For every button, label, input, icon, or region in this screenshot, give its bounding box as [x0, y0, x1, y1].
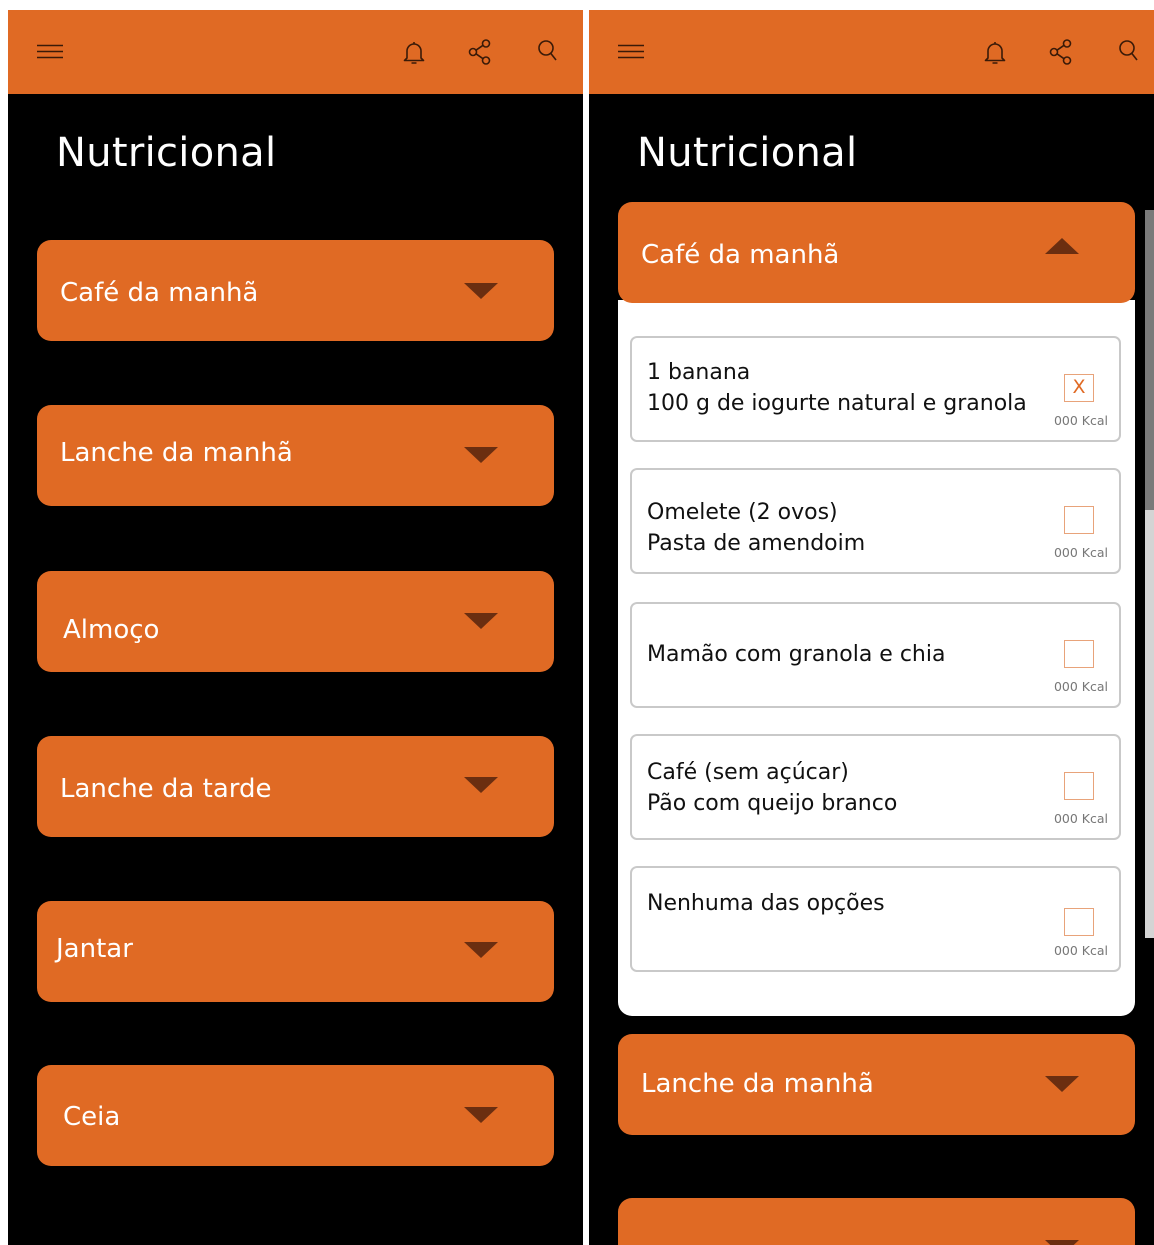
- meal-option-3[interactable]: Mamão com granola e chia 000 Kcal: [630, 602, 1121, 708]
- chevron-down-icon: [464, 1107, 498, 1123]
- meal-option-2[interactable]: Omelete (2 ovos) Pasta de amendoim 000 K…: [630, 468, 1121, 574]
- option-checkbox[interactable]: X: [1064, 374, 1094, 402]
- accordion-label: Ceia: [63, 1102, 121, 1132]
- accordion-breakfast[interactable]: Café da manhã: [37, 240, 554, 341]
- option-line-2: Pasta de amendoim: [647, 531, 866, 556]
- accordion-panel-breakfast: 1 banana 100 g de iogurte natural e gran…: [618, 300, 1135, 1016]
- accordion-label: Lanche da manhã: [60, 438, 293, 468]
- phone-screen-expanded: Nutricional 1 banana 100 g de iogurte na…: [589, 10, 1154, 1245]
- option-line-1: Mamão com granola e chia: [647, 642, 946, 667]
- chevron-down-icon: [1045, 1240, 1079, 1245]
- option-line-1: 1 banana: [647, 360, 751, 385]
- accordion-label: Lanche da manhã: [641, 1069, 874, 1099]
- menu-icon[interactable]: [615, 36, 647, 68]
- accordion-lunch[interactable]: Almoço: [37, 571, 554, 672]
- option-checkbox[interactable]: [1064, 772, 1094, 800]
- chevron-down-icon: [464, 777, 498, 793]
- share-icon[interactable]: [1045, 36, 1077, 68]
- chevron-down-icon: [464, 942, 498, 958]
- chevron-down-icon: [464, 613, 498, 629]
- search-icon[interactable]: [530, 36, 562, 68]
- accordion-morning-snack[interactable]: Lanche da manhã: [37, 405, 554, 506]
- chevron-down-icon: [464, 283, 498, 299]
- accordion-lunch-partial[interactable]: [618, 1198, 1135, 1245]
- accordion-breakfast-expanded[interactable]: Café da manhã: [618, 202, 1135, 303]
- accordion-morning-snack[interactable]: Lanche da manhã: [618, 1034, 1135, 1135]
- meal-option-4[interactable]: Café (sem açúcar) Pão com queijo branco …: [630, 734, 1121, 840]
- option-line-1: Nenhuma das opções: [647, 891, 885, 916]
- search-icon[interactable]: [1111, 36, 1143, 68]
- meal-option-5[interactable]: Nenhuma das opções 000 Kcal: [630, 866, 1121, 972]
- page-title: Nutricional: [56, 130, 277, 176]
- accordion-label: Café da manhã: [641, 240, 840, 270]
- chevron-up-icon: [1045, 238, 1079, 254]
- accordion-label: Almoço: [63, 615, 160, 645]
- accordion-supper[interactable]: Ceia: [37, 1065, 554, 1166]
- kcal-label: 000 Kcal: [1053, 679, 1109, 694]
- top-app-bar: [8, 10, 583, 94]
- option-line-1: Café (sem açúcar): [647, 760, 849, 785]
- accordion-label: Café da manhã: [60, 278, 259, 308]
- accordion-afternoon-snack[interactable]: Lanche da tarde: [37, 736, 554, 837]
- meal-option-1[interactable]: 1 banana 100 g de iogurte natural e gran…: [630, 336, 1121, 442]
- kcal-label: 000 Kcal: [1053, 943, 1109, 958]
- kcal-label: 000 Kcal: [1053, 413, 1109, 428]
- option-checkbox[interactable]: [1064, 506, 1094, 534]
- option-line-1: Omelete (2 ovos): [647, 500, 838, 525]
- kcal-label: 000 Kcal: [1053, 545, 1109, 560]
- option-line-2: Pão com queijo branco: [647, 791, 898, 816]
- share-icon[interactable]: [464, 36, 496, 68]
- top-app-bar: [589, 10, 1154, 94]
- chevron-down-icon: [1045, 1076, 1079, 1092]
- option-checkbox[interactable]: [1064, 640, 1094, 668]
- phone-screen-collapsed: Nutricional Café da manhã Lanche da manh…: [8, 10, 583, 1245]
- scrollbar-thumb[interactable]: [1145, 210, 1154, 510]
- kcal-label: 000 Kcal: [1053, 811, 1109, 826]
- menu-icon[interactable]: [34, 36, 66, 68]
- accordion-dinner[interactable]: Jantar: [37, 901, 554, 1002]
- bell-icon[interactable]: [398, 36, 430, 68]
- page-title: Nutricional: [637, 130, 858, 176]
- bell-icon[interactable]: [979, 36, 1011, 68]
- option-checkbox[interactable]: [1064, 908, 1094, 936]
- accordion-label: Jantar: [56, 934, 133, 964]
- accordion-label: Lanche da tarde: [60, 774, 272, 804]
- option-line-2: 100 g de iogurte natural e granola: [647, 391, 1027, 416]
- chevron-down-icon: [464, 447, 498, 463]
